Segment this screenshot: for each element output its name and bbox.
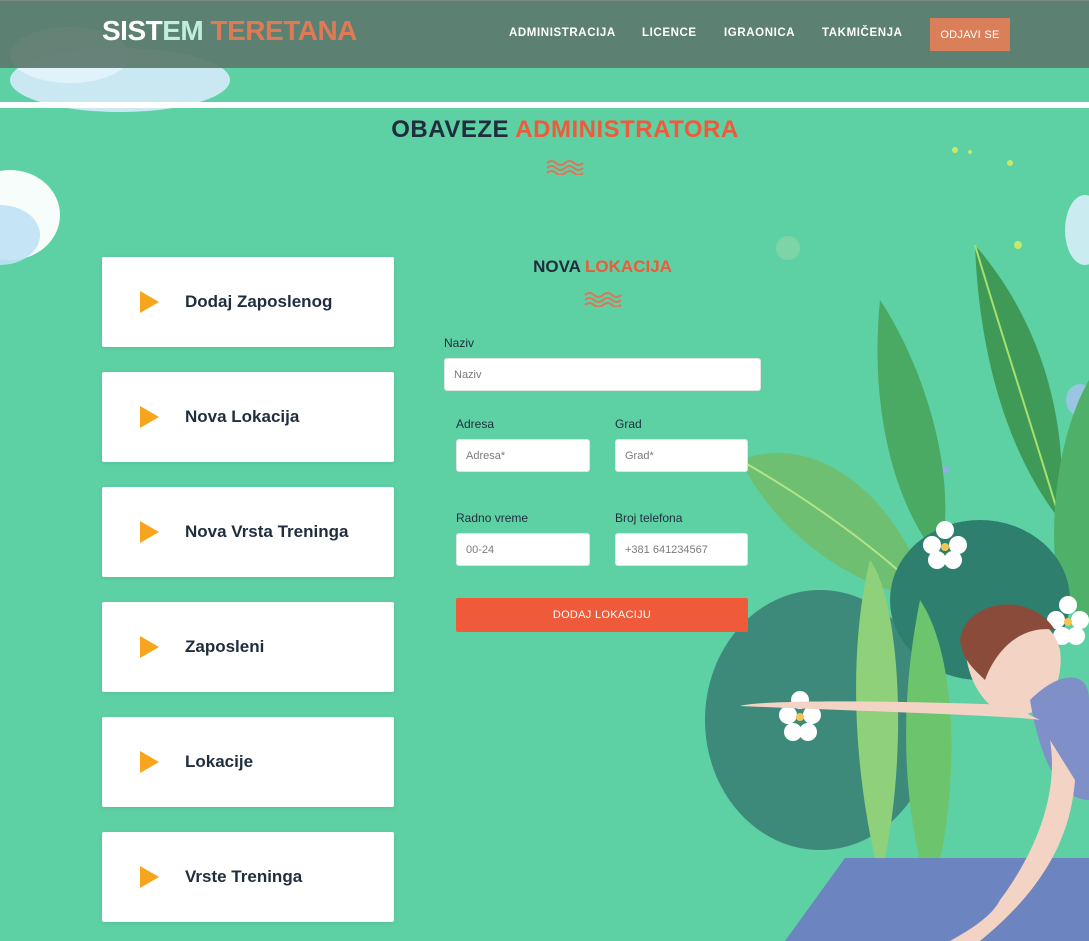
card-nova-vrsta-treninga[interactable]: Nova Vrsta Treninga — [102, 487, 394, 577]
card-label: Zaposleni — [185, 637, 265, 656]
wave-icon — [546, 160, 584, 175]
card-label: Nova Lokacija — [185, 407, 300, 426]
adresa-input[interactable] — [456, 439, 590, 472]
card-vrste-treninga[interactable]: Vrste Treninga — [102, 832, 394, 922]
grad-input[interactable] — [615, 439, 748, 472]
play-triangle-icon — [140, 751, 159, 773]
naziv-label: Naziv — [444, 336, 475, 350]
top-navbar: SISTEM TERETANA ADMINISTRACIJA LICENCE I… — [0, 0, 1089, 68]
card-label: Dodaj Zaposlenog — [185, 292, 333, 311]
form-title-part1: NOVA — [533, 257, 581, 276]
play-triangle-icon — [140, 291, 159, 313]
card-zaposleni[interactable]: Zaposleni — [102, 602, 394, 692]
radno-vreme-input[interactable] — [456, 533, 590, 566]
card-lokacije[interactable]: Lokacije — [102, 717, 394, 807]
nav-administracija[interactable]: ADMINISTRACIJA — [509, 27, 616, 39]
logo-part2: TERETANA — [210, 15, 358, 46]
divider-line — [0, 102, 1089, 108]
broj-telefona-input[interactable] — [615, 533, 748, 566]
play-triangle-icon — [140, 521, 159, 543]
card-label: Vrste Treninga — [185, 867, 303, 886]
play-triangle-icon — [140, 636, 159, 658]
nav-takmicenja[interactable]: TAKMIČENJA — [822, 27, 903, 39]
naziv-input[interactable] — [444, 358, 761, 391]
card-label: Nova Vrsta Treninga — [185, 522, 349, 541]
page-title-part1: OBAVEZE — [391, 116, 509, 143]
page-title: OBAVEZE ADMINISTRATORA — [0, 116, 1089, 144]
adresa-label: Adresa — [456, 417, 495, 431]
nav-licence[interactable]: LICENCE — [642, 27, 697, 39]
play-triangle-icon — [140, 866, 159, 888]
form-title-part2: LOKACIJA — [585, 257, 672, 276]
dodaj-lokaciju-button[interactable]: DODAJ LOKACIJU — [456, 598, 748, 632]
grad-label: Grad — [615, 417, 642, 431]
broj-telefona-label: Broj telefona — [615, 511, 683, 525]
logo-part1: SIST — [102, 15, 163, 46]
play-triangle-icon — [140, 406, 159, 428]
wave-icon — [584, 292, 622, 307]
logo[interactable]: SISTEM TERETANA — [102, 15, 357, 47]
radno-vreme-label: Radno vreme — [456, 511, 529, 525]
logo-part1b: EM — [162, 15, 204, 46]
page-title-part2: ADMINISTRATORA — [515, 116, 739, 143]
logout-button[interactable]: ODJAVI SE — [930, 18, 1010, 51]
card-nova-lokacija[interactable]: Nova Lokacija — [102, 372, 394, 462]
nav-igraonica[interactable]: IGRAONICA — [724, 27, 795, 39]
form-title: NOVA LOKACIJA — [444, 257, 761, 277]
card-dodaj-zaposlenog[interactable]: Dodaj Zaposlenog — [102, 257, 394, 347]
card-label: Lokacije — [185, 752, 254, 771]
